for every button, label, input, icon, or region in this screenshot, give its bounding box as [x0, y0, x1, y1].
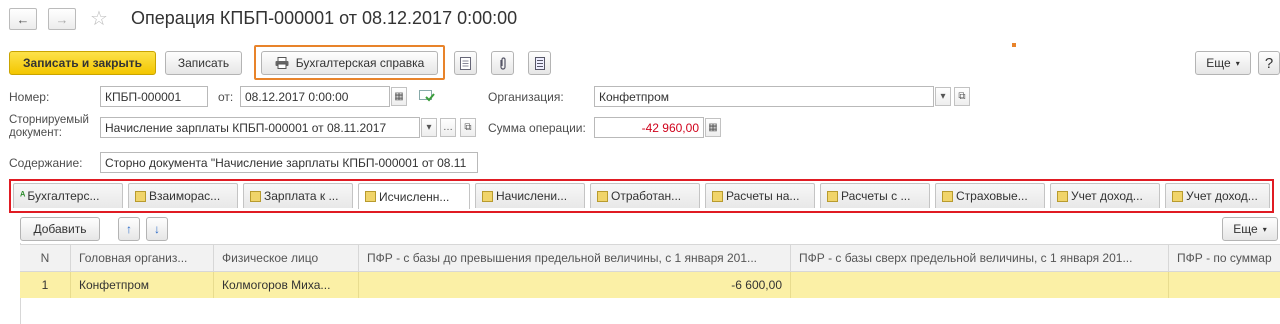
tab-settlements-on[interactable]: Расчеты на...: [705, 183, 815, 208]
tab-accruals[interactable]: Начислени...: [475, 183, 585, 208]
tab-label: Учет доход...: [1071, 189, 1143, 203]
reversed-label-line2: документ:: [9, 127, 63, 139]
table-more-button[interactable]: Еще ▾: [1222, 217, 1278, 241]
select-ellipsis-icon[interactable]: …: [440, 118, 456, 137]
orange-dot: [1012, 43, 1016, 47]
report-list-icon: [534, 56, 545, 70]
cell-pfr-above[interactable]: [790, 272, 1168, 298]
save-button[interactable]: Записать: [165, 51, 242, 75]
tab-worked-time[interactable]: Отработан...: [590, 183, 700, 208]
tab-label: Начислени...: [496, 189, 568, 203]
calendar-icon[interactable]: ▦: [391, 87, 407, 106]
tab-label: Взаиморас...: [149, 189, 221, 203]
tab-label: Учет доход...: [1186, 189, 1258, 203]
col-header-n[interactable]: N: [20, 244, 70, 272]
add-row-button[interactable]: Добавить: [20, 217, 100, 241]
document-icon: [460, 56, 471, 70]
register-icon: [365, 191, 376, 202]
status-posted-icon: [419, 88, 435, 105]
arrow-down-icon: ↓: [154, 222, 160, 236]
register-icon: [942, 190, 953, 202]
chevron-down-icon: ▾: [1262, 224, 1267, 234]
amount-label: Сумма операции:: [488, 121, 586, 135]
paperclip-icon: [499, 56, 506, 70]
col-header-pfr-above[interactable]: ПФР - с базы сверх предельной величины, …: [790, 244, 1168, 272]
col-header-person[interactable]: Физическое лицо: [213, 244, 358, 272]
help-button[interactable]: ?: [1258, 51, 1280, 75]
more-label: Еще: [1233, 222, 1258, 236]
star-icon[interactable]: ☆: [90, 6, 108, 31]
tab-income-2[interactable]: Учет доход...: [1165, 183, 1270, 208]
organization-field[interactable]: Конфетпром: [594, 86, 934, 107]
register-icon: [712, 190, 723, 202]
more-label: Еще: [1206, 56, 1231, 70]
tab-insurance[interactable]: Страховые...: [935, 183, 1045, 208]
more-button[interactable]: Еще ▾: [1195, 51, 1251, 75]
content-label: Содержание:: [9, 156, 83, 170]
open-link-icon[interactable]: ⧉: [954, 87, 970, 106]
accounting-report-label: Бухгалтерская справка: [295, 56, 425, 70]
date-label: от:: [218, 90, 234, 104]
tab-label: Расчеты с ...: [841, 189, 911, 203]
tab-label: Расчеты на...: [726, 189, 800, 203]
forward-button[interactable]: →: [48, 8, 76, 30]
reversed-label-line1: Сторнируемый: [9, 114, 89, 126]
col-header-pfr-total[interactable]: ПФР - по суммар: [1168, 244, 1280, 272]
arrow-right-icon: →: [55, 11, 69, 27]
dropdown-icon[interactable]: ▾: [935, 87, 951, 106]
register-icon: [1057, 190, 1068, 202]
amount-field[interactable]: -42 960,00: [594, 117, 704, 138]
accounting-report-button[interactable]: Бухгалтерская справка: [261, 51, 438, 75]
register-icon: [827, 190, 838, 202]
arrow-up-icon: ↑: [126, 222, 132, 236]
tab-accounting[interactable]: ᴬ Бухгалтерс...: [13, 183, 123, 208]
attach-button[interactable]: [491, 51, 514, 75]
col-header-head-org[interactable]: Головная организ...: [70, 244, 213, 272]
list-icon-button[interactable]: [528, 51, 551, 75]
move-up-button[interactable]: ↑: [118, 217, 140, 241]
arrow-left-icon: ←: [16, 11, 30, 27]
cell-head-org[interactable]: Конфетпром: [70, 272, 213, 298]
dropdown-icon[interactable]: ▾: [421, 118, 437, 137]
move-down-button[interactable]: ↓: [146, 217, 168, 241]
tab-settlements-with[interactable]: Расчеты с ...: [820, 183, 930, 208]
cell-pfr-total[interactable]: [1168, 272, 1280, 298]
register-icon: [1172, 190, 1183, 202]
col-header-pfr-below[interactable]: ПФР - с базы до превышения предельной ве…: [358, 244, 790, 272]
back-button[interactable]: ←: [9, 8, 37, 30]
tab-label: Страховые...: [956, 189, 1028, 203]
content-field[interactable]: Сторно документа "Начисление зарплаты КП…: [100, 152, 478, 173]
reversed-document-label: Сторнируемый документ:: [9, 114, 89, 140]
organization-label: Организация:: [488, 90, 564, 104]
number-field[interactable]: КПБП-000001: [100, 86, 208, 107]
tab-settlements[interactable]: Взаиморас...: [128, 183, 238, 208]
save-and-close-button[interactable]: Записать и закрыть: [9, 51, 156, 75]
tab-calculated[interactable]: Исчисленн...: [358, 183, 470, 209]
tab-salary[interactable]: Зарплата к ...: [243, 183, 353, 208]
tab-income-1[interactable]: Учет доход...: [1050, 183, 1160, 208]
register-icon: [135, 190, 146, 202]
tab-label: Бухгалтерс...: [27, 189, 100, 203]
tab-label: Отработан...: [611, 189, 682, 203]
cell-person[interactable]: Колмогоров Миха...: [213, 272, 358, 298]
cell-n[interactable]: 1: [20, 272, 70, 298]
tab-label: Исчисленн...: [379, 189, 450, 204]
open-link-icon[interactable]: ⧉: [460, 118, 476, 137]
tab-label: Зарплата к ...: [264, 189, 339, 203]
document-icon-button[interactable]: [454, 51, 477, 75]
number-label: Номер:: [9, 90, 50, 104]
chevron-down-icon: ▾: [1235, 58, 1240, 68]
register-icon: [597, 190, 608, 202]
calculator-icon[interactable]: ▦: [705, 118, 721, 137]
accounting-entries-icon: ᴬ: [20, 190, 26, 202]
printer-icon: [275, 57, 289, 69]
date-field[interactable]: 08.12.2017 0:00:00: [240, 86, 390, 107]
page-title: Операция КПБП-000001 от 08.12.2017 0:00:…: [131, 8, 518, 28]
register-icon: [482, 190, 493, 202]
reversed-document-field[interactable]: Начисление зарплаты КПБП-000001 от 08.11…: [100, 117, 420, 138]
cell-pfr-below[interactable]: -6 600,00: [358, 272, 790, 298]
register-icon: [250, 190, 261, 202]
